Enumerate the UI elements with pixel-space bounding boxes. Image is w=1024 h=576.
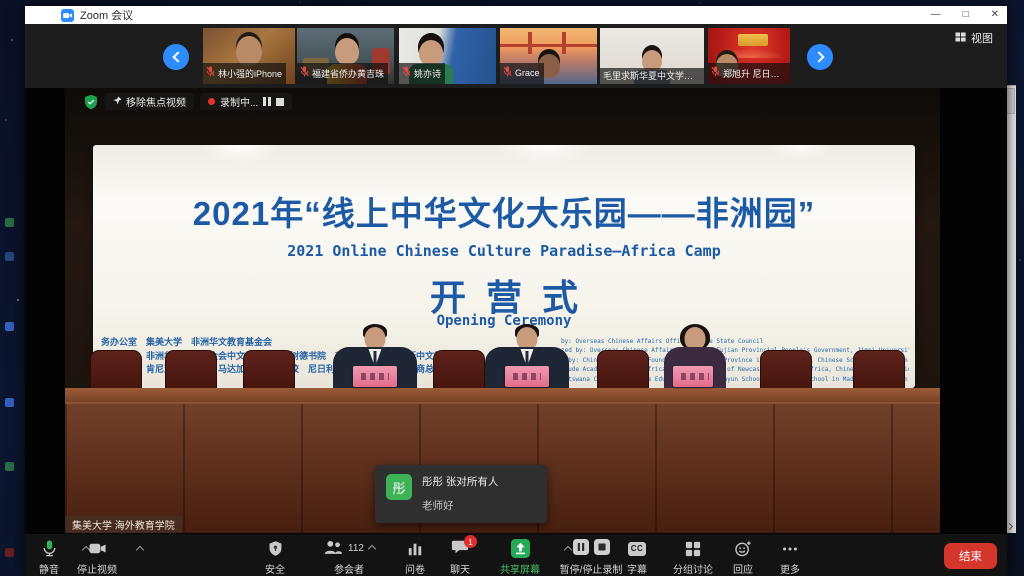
- view-button[interactable]: 视图: [955, 30, 993, 46]
- chat-button[interactable]: 1 聊天: [428, 539, 492, 576]
- participants-button[interactable]: 112 参会者: [309, 539, 389, 576]
- grid-view-icon: [955, 31, 967, 46]
- chair: [90, 350, 142, 390]
- pin-icon: [113, 96, 122, 108]
- cc-icon: CC: [628, 542, 647, 556]
- chair: [165, 350, 217, 390]
- participant-name: 毛里求斯华夏中文学校...: [603, 69, 700, 82]
- meeting-stage: 2021年“线上中华文化大乐园——非洲园” 2021 Online Chines…: [25, 88, 1007, 533]
- desktop-background: Zoom 会议 — □ ✕ 林小强的iPhone 福建省侨办黄吉珠: [0, 0, 1024, 576]
- zoom-app-icon: [61, 9, 74, 22]
- camera-icon: [88, 539, 107, 558]
- pause-recording-icon: [573, 539, 589, 558]
- muted-mic-icon: [206, 64, 215, 82]
- participant-name: Grace: [515, 68, 540, 78]
- participant-video-4[interactable]: Grace: [500, 28, 597, 84]
- name-placard: [673, 366, 713, 387]
- remove-spotlight-label: 移除焦点视频: [126, 94, 186, 109]
- meeting-toolbar: 静音 停止视频 安全 112 参会者: [25, 533, 1007, 576]
- participant-filmstrip: 林小强的iPhone 福建省侨办黄吉珠 姚亦诗 Grace: [25, 24, 1007, 88]
- more-button[interactable]: 更多: [758, 539, 822, 576]
- maximize-button[interactable]: □: [963, 6, 969, 24]
- participant-name: 姚亦诗: [414, 67, 441, 80]
- participant-video-5[interactable]: 毛里求斯华夏中文学校...: [600, 28, 704, 84]
- stop-recording-icon[interactable]: [276, 98, 284, 106]
- scroll-right-icon[interactable]: [1006, 523, 1013, 530]
- muted-mic-icon: [402, 64, 411, 82]
- window-titlebar: Zoom 会议 — □ ✕: [25, 6, 1007, 24]
- end-meeting-button[interactable]: 结束: [944, 543, 997, 569]
- view-label: 视图: [971, 30, 993, 46]
- chair: [433, 350, 485, 390]
- chat-unread-badge: 1: [464, 535, 477, 548]
- recording-label: 录制中...: [220, 94, 258, 109]
- reactions-emoji-icon: [734, 539, 752, 558]
- zoom-window: Zoom 会议 — □ ✕ 林小强的iPhone 福建省侨办黄吉珠: [25, 6, 1007, 576]
- breakout-grid-icon: [685, 539, 701, 558]
- participants-chevron[interactable]: [368, 544, 376, 552]
- chair: [760, 350, 812, 390]
- pause-recording-icon[interactable]: [263, 97, 271, 106]
- chat-notification-toast[interactable]: 彤 彤彤 张对所有人 老师好: [375, 465, 547, 523]
- chair: [243, 350, 295, 390]
- participant-name: 福建省侨办黄吉珠: [312, 67, 384, 80]
- participant-name: 郑旭升 尼日利亚: [723, 67, 786, 80]
- chevron-right-icon: [813, 51, 824, 62]
- desktop-icon[interactable]: [5, 218, 14, 227]
- shield-icon: [267, 539, 284, 558]
- participant-video-3[interactable]: 姚亦诗: [399, 28, 496, 84]
- desktop-icon[interactable]: [5, 322, 14, 331]
- chat-toast-header: 彤彤 张对所有人: [422, 474, 498, 489]
- share-screen-button[interactable]: 共享屏幕: [488, 539, 552, 576]
- chevron-left-icon: [172, 51, 183, 62]
- participant-video-6[interactable]: 郑旭升 尼日利亚: [708, 28, 790, 84]
- participant-video-1[interactable]: 林小强的iPhone: [203, 28, 295, 84]
- prev-participants-button[interactable]: [163, 44, 189, 70]
- desktop-icon[interactable]: [5, 398, 14, 407]
- participant-name: 林小强的iPhone: [218, 67, 282, 80]
- minimize-button[interactable]: —: [931, 6, 941, 24]
- muted-mic-icon: [300, 64, 309, 82]
- muted-mic-icon: [503, 64, 512, 82]
- video-watermark: 集美大学 海外教育学院: [65, 516, 182, 533]
- banner-title-chinese: 2021年“线上中华文化大乐园——非洲园”: [93, 187, 915, 235]
- recording-indicator: 录制中...: [200, 93, 292, 110]
- chat-toast-message: 老师好: [422, 498, 498, 513]
- captions-button[interactable]: CC 字幕: [605, 539, 669, 576]
- desktop-icon[interactable]: [5, 548, 14, 557]
- participants-icon: [323, 539, 343, 559]
- name-placard: [353, 366, 397, 387]
- desktop-icon[interactable]: [5, 462, 14, 471]
- remove-spotlight-button[interactable]: 移除焦点视频: [105, 93, 194, 110]
- participants-count: 112: [348, 543, 364, 554]
- desktop-icon[interactable]: [5, 252, 14, 261]
- stop-video-button[interactable]: 停止视频: [65, 539, 129, 576]
- window-title: Zoom 会议: [80, 7, 133, 23]
- chair: [597, 350, 649, 390]
- video-options-chevron[interactable]: [136, 546, 144, 554]
- polls-chart-icon: [407, 539, 423, 558]
- close-button[interactable]: ✕: [991, 6, 999, 24]
- security-button[interactable]: 安全: [243, 539, 307, 576]
- recording-dot-icon: [208, 98, 215, 105]
- conference-desk: [65, 388, 940, 402]
- chair: [853, 350, 905, 390]
- security-shield-icon[interactable]: [83, 94, 99, 110]
- participant-video-2[interactable]: 福建省侨办黄吉珠: [297, 28, 394, 84]
- microphone-icon: [40, 539, 59, 558]
- share-screen-icon: [511, 539, 530, 558]
- muted-mic-icon: [711, 64, 720, 82]
- banner-title-english: 2021 Online Chinese Culture Paradise—Afr…: [93, 242, 915, 260]
- avatar: 彤: [386, 474, 412, 500]
- ellipsis-icon: [781, 539, 799, 558]
- next-participants-button[interactable]: [807, 44, 833, 70]
- name-placard: [505, 366, 549, 387]
